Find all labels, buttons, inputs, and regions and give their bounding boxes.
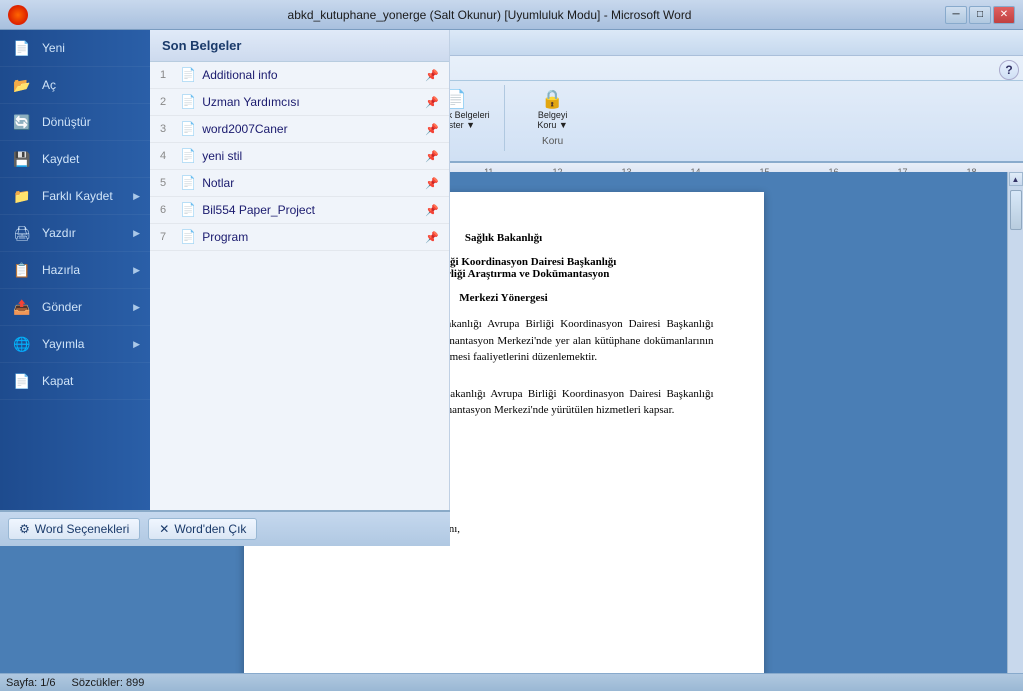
koru-label: Koru xyxy=(542,134,563,147)
recent-num-2: 2 xyxy=(160,96,174,108)
recent-doc-icon-1: 📄 xyxy=(180,67,196,83)
recent-name-6: Bil554 Paper_Project xyxy=(202,203,425,217)
recent-pin-7: 📌 xyxy=(425,231,439,244)
recent-name-1: Additional info xyxy=(202,68,425,82)
menu-item-yeni[interactable]: 📄 Yeni xyxy=(0,30,150,67)
kapat-icon: 📄 xyxy=(10,369,34,393)
recent-doc-icon-5: 📄 xyxy=(180,175,196,191)
recent-item-3[interactable]: 3 📄 word2007Caner 📌 xyxy=(150,116,449,143)
menu-item-kaydet[interactable]: 💾 Kaydet xyxy=(0,141,150,178)
status-bar: Sayfa: 1/6 Sözcükler: 899 xyxy=(0,673,1023,691)
recent-panel-header: Son Belgeler xyxy=(150,30,449,62)
vertical-scrollbar: ▲ ▼ xyxy=(1007,172,1023,691)
recent-pin-2: 📌 xyxy=(425,96,439,109)
recent-num-3: 3 xyxy=(160,123,174,135)
hazirla-label: Hazırla xyxy=(42,263,80,277)
recent-num-6: 6 xyxy=(160,204,174,216)
gonder-arrow-icon: ▶ xyxy=(133,302,140,313)
gonder-icon: 📤 xyxy=(10,295,34,319)
recent-item-4[interactable]: 4 📄 yeni stil 📌 xyxy=(150,143,449,170)
recent-item-6[interactable]: 6 📄 Bil554 Paper_Project 📌 xyxy=(150,197,449,224)
recent-num-7: 7 xyxy=(160,231,174,243)
menu-item-farkli-kaydet[interactable]: 📁 Farklı Kaydet ▶ xyxy=(0,178,150,215)
recent-pin-1: 📌 xyxy=(425,69,439,82)
window-controls: ─ □ ✕ xyxy=(945,6,1015,24)
menu-item-gonder[interactable]: 📤 Gönder ▶ xyxy=(0,289,150,326)
yeni-icon: 📄 xyxy=(10,36,34,60)
yayimla-label: Yayımla xyxy=(42,337,84,351)
app-icon xyxy=(8,5,28,25)
recent-doc-icon-7: 📄 xyxy=(180,229,196,245)
maximize-button[interactable]: □ xyxy=(969,6,991,24)
word-secenekleri-button[interactable]: ⚙ Word Seçenekleri xyxy=(8,518,140,540)
ac-label: Aç xyxy=(42,78,56,92)
farkli-kaydet-icon: 📁 xyxy=(10,184,34,208)
recent-pin-4: 📌 xyxy=(425,150,439,163)
recent-num-1: 1 xyxy=(160,69,174,81)
recent-pin-6: 📌 xyxy=(425,204,439,217)
recent-name-2: Uzman Yardımcısı xyxy=(202,95,425,109)
menu-item-hazirla[interactable]: 📋 Hazırla ▶ xyxy=(0,252,150,289)
koru-icon: 🔒 xyxy=(541,89,563,110)
wordden-cik-button[interactable]: ✕ Word'den Çık xyxy=(148,518,257,540)
recent-name-3: word2007Caner xyxy=(202,122,425,136)
exit-icon: ✕ xyxy=(159,522,169,536)
title-bar: abkd_kutuphane_yonerge (Salt Okunur) [Uy… xyxy=(0,0,1023,30)
yayimla-icon: 🌐 xyxy=(10,332,34,356)
yazdir-arrow-icon: ▶ xyxy=(133,228,140,239)
recent-item-1[interactable]: 1 📄 Additional info 📌 xyxy=(150,62,449,89)
close-button[interactable]: ✕ xyxy=(993,6,1015,24)
farkli-kaydet-arrow-icon: ▶ xyxy=(133,191,140,202)
belgeyi-koru-button[interactable]: 🔒 BelgeyiKoru ▼ xyxy=(531,85,573,134)
farkli-kaydet-label: Farklı Kaydet xyxy=(42,189,113,203)
recent-item-2[interactable]: 2 📄 Uzman Yardımcısı 📌 xyxy=(150,89,449,116)
recent-panel: Son Belgeler 1 📄 Additional info 📌 2 📄 U… xyxy=(150,30,450,510)
kapat-label: Kapat xyxy=(42,374,73,388)
options-icon: ⚙ xyxy=(19,522,30,536)
yazdir-icon: 🖨 xyxy=(10,221,34,245)
scroll-thumb[interactable] xyxy=(1010,190,1022,230)
scroll-up-button[interactable]: ▲ xyxy=(1009,172,1023,186)
words-status: Sözcükler: 899 xyxy=(72,677,145,689)
window-title: abkd_kutuphane_yonerge (Salt Okunur) [Uy… xyxy=(34,8,945,22)
recent-doc-icon-2: 📄 xyxy=(180,94,196,110)
minimize-button[interactable]: ─ xyxy=(945,6,967,24)
menu-item-donustur[interactable]: 🔄 Dönüştür xyxy=(0,104,150,141)
hazirla-arrow-icon: ▶ xyxy=(133,265,140,276)
help-button[interactable]: ? xyxy=(999,60,1019,80)
page-status: Sayfa: 1/6 xyxy=(6,677,56,689)
recent-item-7[interactable]: 7 📄 Program 📌 xyxy=(150,224,449,251)
recent-num-4: 4 xyxy=(160,150,174,162)
recent-item-5[interactable]: 5 📄 Notlar 📌 xyxy=(150,170,449,197)
menu-item-yazdir[interactable]: 🖨 Yazdır ▶ xyxy=(0,215,150,252)
donustur-label: Dönüştür xyxy=(42,115,91,129)
recent-pin-5: 📌 xyxy=(425,177,439,190)
recent-name-5: Notlar xyxy=(202,176,425,190)
ribbon-group-koru: 🔒 BelgeyiKoru ▼ Koru xyxy=(513,85,593,151)
koru-content: 🔒 BelgeyiKoru ▼ xyxy=(531,85,573,134)
recent-name-7: Program xyxy=(202,230,425,244)
yayimla-arrow-icon: ▶ xyxy=(133,339,140,350)
recent-doc-icon-3: 📄 xyxy=(180,121,196,137)
hazirla-icon: 📋 xyxy=(10,258,34,282)
menu-bottom-bar: ⚙ Word Seçenekleri ✕ Word'den Çık xyxy=(0,510,450,546)
office-menu: 📄 Yeni 📂 Aç 🔄 Dönüştür 💾 Kaydet 📁 Farklı… xyxy=(0,30,150,510)
donustur-icon: 🔄 xyxy=(10,110,34,134)
exit-label: Word'den Çık xyxy=(174,522,246,536)
gonder-label: Gönder xyxy=(42,300,82,314)
recent-pin-3: 📌 xyxy=(425,123,439,136)
recent-name-4: yeni stil xyxy=(202,149,425,163)
recent-num-5: 5 xyxy=(160,177,174,189)
menu-item-yayimla[interactable]: 🌐 Yayımla ▶ xyxy=(0,326,150,363)
menu-item-kapat[interactable]: 📄 Kapat xyxy=(0,363,150,400)
kaydet-icon: 💾 xyxy=(10,147,34,171)
yeni-label: Yeni xyxy=(42,41,65,55)
menu-item-ac[interactable]: 📂 Aç xyxy=(0,67,150,104)
ac-icon: 📂 xyxy=(10,73,34,97)
options-label: Word Seçenekleri xyxy=(35,522,130,536)
recent-doc-icon-6: 📄 xyxy=(180,202,196,218)
kaydet-label: Kaydet xyxy=(42,152,79,166)
yazdir-label: Yazdır xyxy=(42,226,76,240)
recent-doc-icon-4: 📄 xyxy=(180,148,196,164)
